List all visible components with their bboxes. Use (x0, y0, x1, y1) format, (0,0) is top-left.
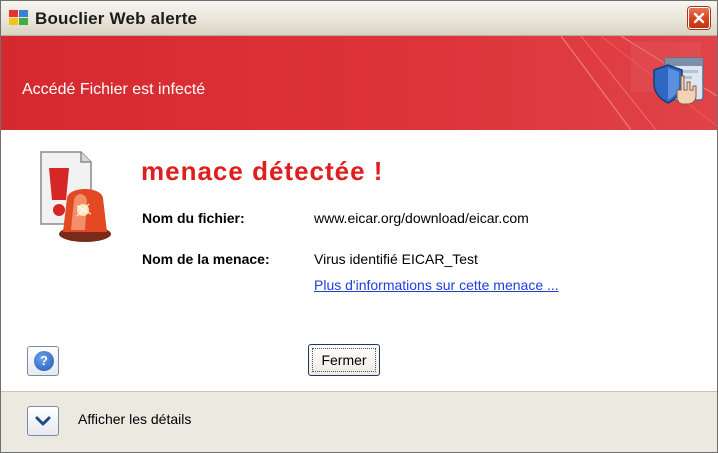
more-info-link[interactable]: Plus d'informations sur cette menace ... (314, 277, 559, 293)
shield-hand-icon (653, 57, 704, 105)
window-title: Bouclier Web alerte (35, 9, 198, 28)
close-icon (693, 12, 705, 24)
alarm-beacon-icon (40, 151, 111, 242)
close-button[interactable] (688, 7, 710, 29)
help-button[interactable]: ? (27, 346, 59, 376)
threat-name-label: Nom de la menace: (142, 251, 270, 267)
file-name-label: Nom du fichier: (142, 210, 245, 226)
banner-title: Accédé Fichier est infecté (22, 81, 206, 98)
alert-window: Bouclier Web alerte Accédé Fichier est i… (0, 0, 718, 453)
avg-logo-icon (9, 10, 28, 25)
threat-heading: menace détectée ! (141, 156, 384, 186)
title-bar[interactable]: Bouclier Web alerte (1, 1, 717, 36)
footer-bar: Afficher les détails (1, 391, 717, 452)
focus-rectangle (312, 348, 376, 372)
header-banner: Accédé Fichier est infecté (1, 36, 717, 130)
close-dialog-button[interactable]: Fermer (308, 344, 380, 376)
show-details-label[interactable]: Afficher les détails (78, 411, 191, 427)
file-name-value: www.eicar.org/download/eicar.com (314, 210, 529, 226)
threat-name-value: Virus identifié EICAR_Test (314, 251, 478, 267)
help-icon: ? (34, 351, 54, 371)
chevron-down-icon (35, 416, 51, 426)
show-details-button[interactable] (27, 406, 59, 436)
